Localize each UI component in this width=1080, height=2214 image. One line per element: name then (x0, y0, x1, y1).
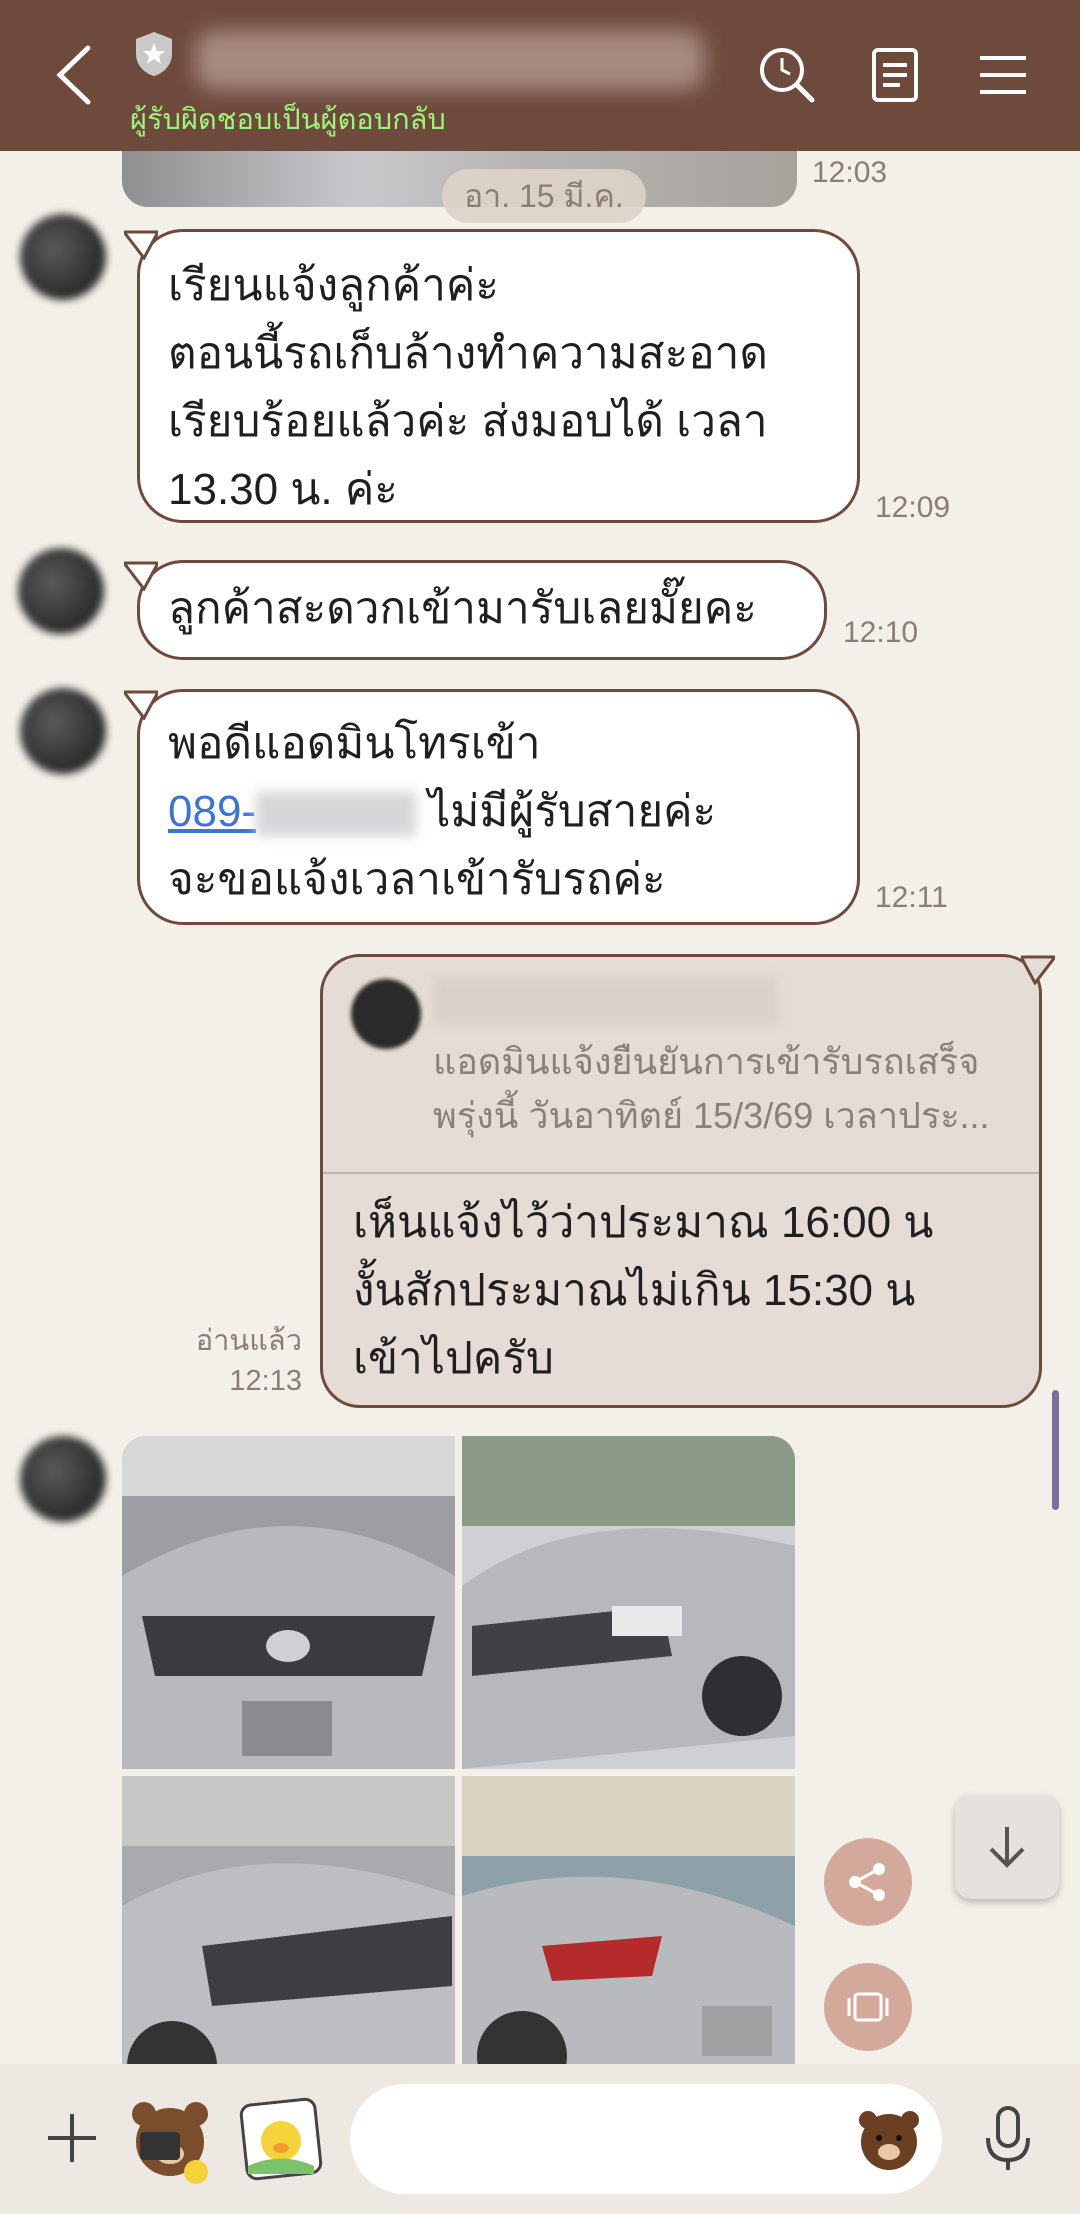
message-time: 12:10 (843, 616, 919, 649)
message-time: 12:03 (812, 156, 888, 189)
message-time: 12:13 (229, 1365, 302, 1397)
plus-icon[interactable] (42, 2108, 102, 2168)
scroll-to-bottom-button[interactable] (955, 1795, 1059, 1899)
car-photo[interactable] (122, 1436, 455, 1769)
sender-avatar[interactable] (20, 214, 106, 300)
search-icon[interactable] (752, 40, 822, 110)
scrollbar[interactable] (1052, 1390, 1059, 1510)
verified-shield-icon (132, 30, 176, 78)
message-line: เรียนแจ้งลูกค้าค่ะ (168, 261, 499, 310)
share-button[interactable] (824, 1838, 912, 1926)
message-line: ลูกค้าสะดวกเข้ามารับเลยมั๊ยคะ (168, 584, 757, 633)
message-bubble[interactable]: เรียนแจ้งลูกค้าค่ะ ตอนนี้รถเก็บล้างทำควา… (124, 229, 860, 523)
bubble-tail (124, 230, 158, 260)
gallery-sticker-icon[interactable] (238, 2096, 324, 2182)
notes-icon[interactable] (860, 40, 930, 110)
message-composer (0, 2064, 1080, 2214)
car-photo[interactable] (462, 1436, 795, 1769)
read-label: อ่านแล้ว (195, 1325, 302, 1357)
message-line: พอดีแอดมินโทรเข้า (168, 719, 541, 768)
quoted-sender-redacted (433, 977, 778, 1025)
message-line: จะขอแจ้งเวลาเข้ารับรถค่ะ (168, 855, 666, 904)
message-bubble[interactable]: ลูกค้าสะดวกเข้ามารับเลยมั๊ยคะ (124, 560, 827, 660)
car-photo[interactable] (462, 1776, 795, 2109)
quoted-avatar (351, 979, 421, 1049)
camera-sticker-icon[interactable] (122, 2092, 218, 2188)
message-line: เข้าไปครับ (353, 1334, 554, 1383)
menu-icon[interactable] (968, 40, 1038, 110)
message-line: 089- ไม่มีผู้รับสายค่ะ (168, 778, 829, 846)
quoted-line: แอดมินแจ้งยืนยันการเข้ารับรถเสร็จ (433, 1041, 980, 1082)
date-separator: อา. 15 มี.ค. (442, 169, 646, 223)
message-bubble[interactable]: พอดีแอดมินโทรเข้า 089- ไม่มีผู้รับสายค่ะ… (124, 689, 860, 925)
photo-album[interactable] (122, 1436, 795, 2109)
chat-header: ผู้รับผิดชอบเป็นผู้ตอบกลับ (0, 0, 1080, 151)
share-icon (849, 1863, 885, 1901)
message-line: 13.30 น. ค่ะ (168, 465, 398, 514)
microphone-icon[interactable] (978, 2104, 1038, 2174)
album-icon (847, 1992, 889, 2022)
car-photo[interactable] (122, 1776, 455, 2109)
phone-redacted (256, 792, 417, 837)
chat-title-redacted (195, 30, 705, 90)
message-time: 12:11 (875, 881, 948, 914)
back-icon[interactable] (50, 40, 100, 110)
quoted-message[interactable]: แอดมินแจ้งยืนยันการเข้ารับรถเสร็จ พรุ่งน… (323, 957, 1039, 1174)
quoted-line: พรุ่งนี้ วันอาทิตย์ 15/3/69 เวลาประ... (433, 1095, 990, 1136)
bubble-tail (124, 561, 158, 591)
sender-avatar[interactable] (20, 1436, 106, 1522)
message-line: เห็นแจ้งไว้ว่าประมาณ 16:00 น (353, 1198, 934, 1247)
message-text: ไม่มีผู้รับสายค่ะ (416, 787, 717, 836)
arrow-down-icon (989, 1827, 1025, 1868)
sticker-emoji-icon[interactable] (854, 2104, 924, 2174)
bubble-tail (124, 690, 158, 720)
chat-subtitle: ผู้รับผิดชอบเป็นผู้ตอบกลับ (130, 104, 446, 136)
read-receipt: อ่านแล้ว 12:13 (190, 1321, 302, 1401)
sender-avatar[interactable] (18, 548, 104, 634)
message-time: 12:09 (875, 491, 951, 524)
phone-link[interactable]: 089- (168, 787, 256, 836)
message-input[interactable] (390, 2118, 834, 2159)
keep-button[interactable] (824, 1963, 912, 2051)
sender-avatar[interactable] (20, 688, 106, 774)
message-input-field[interactable] (350, 2084, 942, 2194)
message-line: ตอนนี้รถเก็บล้างทำความสะอาด (168, 329, 768, 378)
message-line: เรียบร้อยแล้วค่ะ ส่งมอบได้ เวลา (168, 397, 768, 446)
message-line: งั้นสักประมาณไม่เกิน 15:30 น (353, 1266, 916, 1315)
my-message-bubble[interactable]: แอดมินแจ้งยืนยันการเข้ารับรถเสร็จ พรุ่งน… (320, 954, 1055, 1408)
